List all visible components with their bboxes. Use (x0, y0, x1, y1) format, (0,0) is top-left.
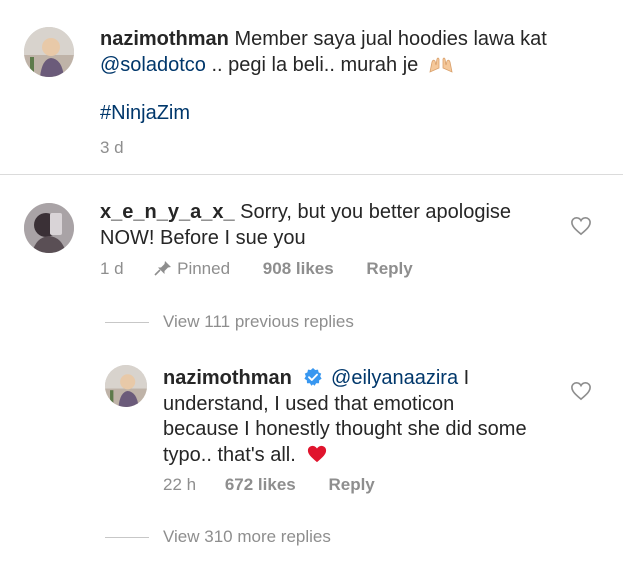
reply-username[interactable]: nazimothman (163, 367, 292, 389)
caption-username[interactable]: nazimothman (100, 28, 229, 50)
comment-text-line2: NOW! Before I sue you (100, 226, 306, 249)
avatar-image (105, 365, 147, 407)
comment-timestamp: 1 d (100, 259, 124, 278)
replies-divider-line (105, 537, 149, 538)
like-heart-icon[interactable] (570, 216, 592, 236)
post-caption: nazimothman Member saya jual hoodies law… (100, 27, 600, 78)
avatar-image (24, 27, 74, 77)
section-divider (0, 174, 623, 175)
comment-meta: 1 d Pinned 908 likes Reply (100, 259, 520, 279)
comment-likes[interactable]: 908 likes (263, 259, 334, 278)
reply-text-line4: typo.. that's all. (163, 443, 296, 466)
caption-text-after: .. pegi la beli.. murah je (205, 53, 419, 76)
caption-timestamp: 3 d (100, 138, 124, 157)
view-more-replies[interactable]: View 310 more replies (163, 527, 331, 547)
caption-hashtag[interactable]: #NinjaZim (100, 101, 190, 127)
reply-reply-button[interactable]: Reply (328, 475, 374, 494)
caption-text: Member saya jual hoodies lawa kat (234, 28, 547, 50)
comment-body: x_e_n_y_a_x_ Sorry, but you better apolo… (100, 200, 540, 251)
reply-text-line3: because I honestly thought she did some (163, 418, 527, 440)
reply-text-line2: understand, I used that emoticon (163, 392, 455, 415)
caption-mention[interactable]: @soladotco (100, 54, 206, 76)
reply-body: nazimothman @eilyanaazira I understand, … (163, 366, 563, 468)
avatar-x_e_n_y_a_x_[interactable] (24, 203, 74, 253)
reply-text-part1: I (458, 367, 470, 389)
pin-icon (154, 260, 172, 276)
comment-text-line1: Sorry, but you better apologise (234, 201, 512, 223)
raised-hands-icon (428, 56, 454, 74)
comment-reply-button[interactable]: Reply (366, 259, 412, 278)
verified-badge-icon (303, 367, 323, 387)
reply-mention[interactable]: @eilyanaazira (331, 367, 458, 389)
view-previous-replies[interactable]: View 111 previous replies (163, 312, 354, 332)
reply-meta: 22 h 672 likes Reply (163, 475, 543, 495)
avatar-nazimothman[interactable] (24, 27, 74, 77)
pinned-label: Pinned (177, 259, 231, 278)
red-heart-icon (305, 444, 329, 464)
avatar-image (24, 203, 74, 253)
reply-timestamp: 22 h (163, 475, 197, 494)
reply-likes[interactable]: 672 likes (225, 475, 296, 494)
replies-divider-line (105, 322, 149, 323)
like-heart-icon[interactable] (570, 381, 592, 401)
comment-username[interactable]: x_e_n_y_a_x_ (100, 201, 235, 223)
avatar-nazimothman-reply[interactable] (105, 365, 147, 407)
